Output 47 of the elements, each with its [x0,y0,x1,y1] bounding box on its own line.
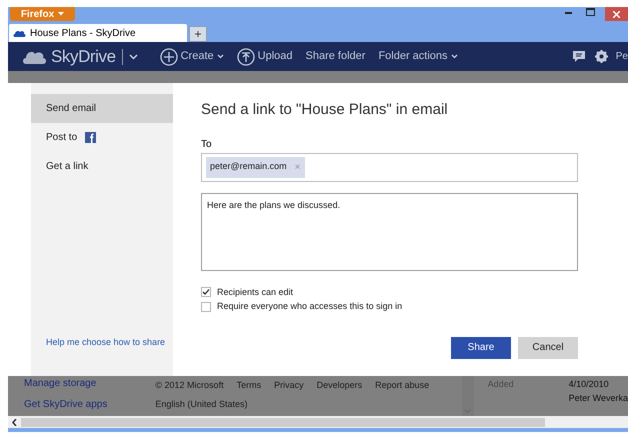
share-button[interactable]: Share [451,336,511,358]
checkbox-label: Require everyone who accesses this to sign in [217,300,402,313]
checkbox[interactable] [201,287,211,298]
settings-icon[interactable] [594,50,608,63]
close-button[interactable] [605,7,628,21]
footer-link[interactable]: Terms [236,380,262,392]
chevron-down-icon [216,54,224,59]
tab-title: House Plans - SkyDrive [30,26,136,40]
plus-circle-icon [160,48,178,66]
checkbox[interactable] [201,302,211,312]
chevron-down-icon [450,54,458,59]
scroll-left-icon[interactable] [12,418,17,426]
share-option[interactable]: Post to [31,123,173,152]
browser-tab[interactable]: House Plans - SkyDrive [9,24,187,42]
share-option[interactable]: Send email [31,94,173,123]
upload-icon [236,48,255,66]
caret-icon [58,12,64,16]
user-name[interactable]: Pe [616,49,628,64]
brand-name[interactable]: SkyDrive [51,44,116,70]
toolbar-button[interactable]: Upload [236,48,292,66]
cancel-button[interactable]: Cancel [518,336,578,358]
toolbar-button[interactable]: Folder actions [378,48,458,65]
help-link[interactable]: Help me choose how to share [31,336,173,376]
footer-link[interactable]: Developers [316,380,362,392]
message-field[interactable]: Here are the plans we discussed. [201,192,578,270]
share-option[interactable]: Get a link [31,152,173,181]
recipient-chip[interactable]: peter@remain.com × [206,156,305,178]
close-icon [613,10,620,18]
footer-link[interactable]: Report abuse [375,380,430,392]
cloud-icon [13,29,26,37]
maximize-icon[interactable] [586,8,595,16]
feedback-icon[interactable] [572,51,585,62]
to-label: To [201,138,213,152]
to-field[interactable]: peter@remain.com × [201,152,578,182]
detail-author: Peter Weverka [568,392,628,404]
cloud-icon [22,49,47,64]
footer-link[interactable]: Privacy [274,380,304,392]
toolbar-button[interactable]: Share folder [306,48,366,65]
dialog-title: Send a link to "House Plans" in email [201,100,449,120]
toolbar-button[interactable]: Create [160,48,224,66]
detail-date: 4/10/2010 [568,378,610,391]
checkbox-label: Recipients can edit [217,286,294,299]
new-tab-button[interactable]: + [189,26,207,42]
language-link[interactable]: English (United States) [155,399,462,410]
copyright-text: © 2012 Microsoft [155,380,224,392]
facebook-icon [85,132,96,143]
minimize-icon[interactable] [565,12,572,15]
